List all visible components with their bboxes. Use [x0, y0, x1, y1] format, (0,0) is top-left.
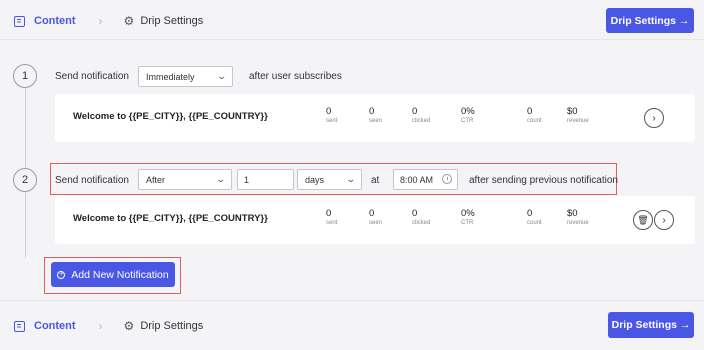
gear-icon: ⚙	[123, 14, 135, 28]
stat-count: 0 count	[527, 106, 542, 124]
chevron-down-icon: ⌄	[215, 174, 227, 184]
arrow-right-circle-icon[interactable]: ›	[644, 108, 664, 128]
stat-clicked: 0 clicked	[412, 106, 431, 124]
drip-settings-button-top[interactable]: Drip Settings →	[606, 8, 694, 33]
notification-card[interactable]: Welcome to {{PE_CITY}}, {{PE_COUNTRY}} 0…	[55, 94, 695, 142]
send-notification-label: Send notification	[55, 71, 129, 82]
add-new-notification-button[interactable]: + Add New Notification	[51, 262, 175, 287]
content-icon	[14, 320, 25, 332]
stat-seen: 0 seen	[369, 208, 383, 226]
breadcrumb: Content › ⚙ Drip Settings	[14, 319, 203, 333]
chevron-right-icon: ›	[98, 14, 103, 28]
breadcrumb-drip-settings[interactable]: Drip Settings	[140, 320, 203, 332]
time-value: 8:00 AM	[400, 174, 434, 185]
step-suffix: after sending previous notification	[469, 175, 618, 186]
add-button-label: Add New Notification	[71, 268, 169, 281]
step-number-1: 1	[13, 64, 37, 88]
stat-sent: 0 sent	[326, 208, 338, 226]
stat-sent: 0 sent	[326, 106, 338, 124]
notification-title: Welcome to {{PE_CITY}}, {{PE_COUNTRY}}	[73, 213, 268, 224]
step-suffix: after user subscribes	[249, 71, 342, 82]
stat-clicked: 0 clicked	[412, 208, 431, 226]
chevron-down-icon: ⌄	[216, 71, 228, 81]
bottom-bar: Content › ⚙ Drip Settings Drip Settings …	[0, 300, 704, 350]
notification-card[interactable]: Welcome to {{PE_CITY}}, {{PE_COUNTRY}} 0…	[55, 196, 695, 244]
delay-input[interactable]: 1	[237, 169, 294, 190]
stat-ctr: 0% CTR	[461, 208, 475, 226]
clock-icon	[442, 174, 452, 184]
plus-circle-icon: +	[57, 270, 66, 279]
breadcrumb-content[interactable]: Content	[34, 15, 76, 27]
stat-ctr: 0% CTR	[461, 106, 475, 124]
arrow-right-circle-icon[interactable]: ›	[654, 210, 674, 230]
gear-icon: ⚙	[123, 319, 135, 333]
at-label: at	[371, 175, 380, 186]
step-number-2: 2	[13, 168, 37, 192]
top-bar: Content › ⚙ Drip Settings Drip Settings …	[0, 0, 704, 40]
timing-select[interactable]: After ⌄	[138, 169, 232, 190]
unit-select[interactable]: days ⌄	[297, 169, 362, 190]
content-icon	[14, 15, 25, 27]
stat-seen: 0 seen	[369, 106, 383, 124]
notification-title: Welcome to {{PE_CITY}}, {{PE_COUNTRY}}	[73, 111, 268, 122]
timing-select-value: After	[146, 174, 166, 185]
send-notification-label: Send notification	[55, 175, 129, 186]
stat-revenue: $0 revenue	[567, 208, 589, 226]
drip-settings-button-bottom[interactable]: Drip Settings →	[608, 312, 694, 338]
time-input[interactable]: 8:00 AM	[393, 169, 458, 190]
unit-select-value: days	[305, 174, 325, 185]
chevron-down-icon: ⌄	[345, 174, 357, 184]
stat-revenue: $0 revenue	[567, 106, 589, 124]
breadcrumb-content[interactable]: Content	[34, 320, 76, 332]
trash-icon[interactable]: 🗑	[633, 210, 653, 230]
stat-count: 0 count	[527, 208, 542, 226]
breadcrumb-drip-settings[interactable]: Drip Settings	[140, 15, 203, 27]
breadcrumb: Content › ⚙ Drip Settings	[14, 14, 203, 28]
timing-select-value: Immediately	[146, 71, 195, 82]
timing-select[interactable]: Immediately ⌄	[138, 66, 233, 87]
chevron-right-icon: ›	[98, 319, 103, 333]
